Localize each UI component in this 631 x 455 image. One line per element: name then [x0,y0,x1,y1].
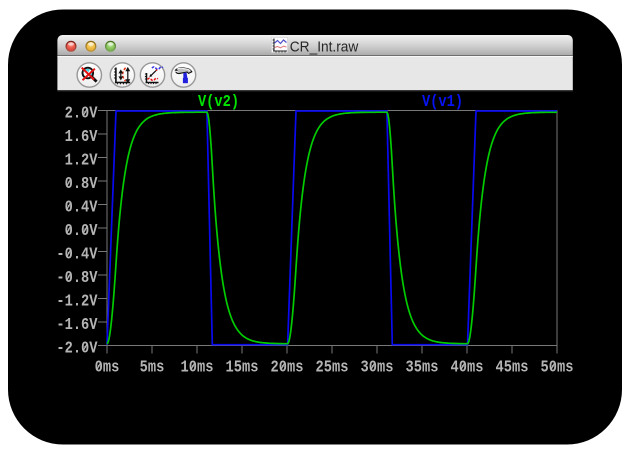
svg-text:15ms: 15ms [226,357,259,377]
svg-text:30ms: 30ms [361,357,394,377]
svg-text:5ms: 5ms [140,357,165,377]
svg-text:-2.0V: -2.0V [56,338,98,358]
svg-text:45ms: 45ms [496,357,529,377]
svg-text:0.8V: 0.8V [65,174,99,194]
svg-text:0.0V: 0.0V [65,221,99,241]
svg-text:0.4V: 0.4V [65,197,99,217]
svg-text:CR_Int.raw: CR_Int.raw [290,39,359,55]
svg-text:-0.8V: -0.8V [56,268,98,288]
svg-text:-1.2V: -1.2V [56,291,98,311]
svg-text:35ms: 35ms [406,357,439,377]
svg-text:25ms: 25ms [316,357,349,377]
svg-text:1.2V: 1.2V [65,150,99,170]
svg-text:-0.4V: -0.4V [56,244,98,264]
svg-text:10ms: 10ms [181,357,214,377]
svg-text:20ms: 20ms [271,357,304,377]
svg-text:2.0V: 2.0V [65,103,99,123]
svg-text:1.6V: 1.6V [65,127,99,147]
svg-text:V(v2): V(v2) [198,92,239,112]
svg-text:40ms: 40ms [451,357,484,377]
svg-text:-1.6V: -1.6V [56,315,98,335]
svg-text:50ms: 50ms [541,357,574,377]
svg-text:V(v1): V(v1) [422,92,463,112]
